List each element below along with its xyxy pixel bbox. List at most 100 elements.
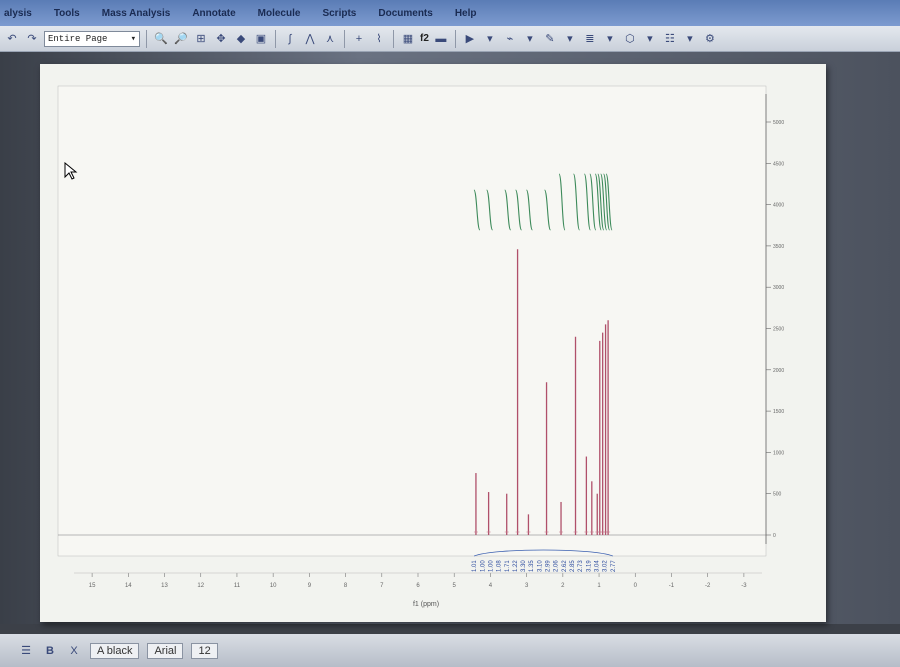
- multiplet-icon[interactable]: ⋏: [322, 31, 338, 47]
- chevron-down-icon[interactable]: ▾: [642, 31, 658, 47]
- menu-analysis[interactable]: alysis: [4, 8, 32, 19]
- toolbar-separator: [344, 29, 345, 48]
- arrow-icon[interactable]: ▶: [462, 31, 478, 47]
- settings-icon[interactable]: ⚙: [702, 31, 718, 47]
- integral-value: 1.08: [497, 560, 503, 572]
- integral-value: 3.10: [537, 560, 543, 572]
- x-tick-label: 2: [561, 583, 565, 589]
- integral-value: 2.73: [578, 560, 584, 572]
- menu-bar: alysis Tools Mass Analysis Annotate Mole…: [0, 0, 900, 26]
- integral-value: 2.06: [554, 560, 560, 572]
- list-icon[interactable]: ☰: [18, 643, 34, 659]
- x-tick-label: 5: [453, 583, 457, 589]
- integral-value: 1.00: [480, 560, 486, 572]
- y-tick-label: 3000: [773, 285, 784, 291]
- redo-icon[interactable]: ↷: [24, 31, 40, 47]
- toolbar-separator: [275, 29, 276, 48]
- integral-value: 2.62: [562, 560, 568, 572]
- menu-scripts[interactable]: Scripts: [322, 8, 356, 19]
- toolbar-separator: [454, 29, 456, 48]
- y-tick-label: 0: [773, 533, 776, 539]
- menu-molecule[interactable]: Molecule: [258, 8, 301, 19]
- zoom-value: Entire Page: [48, 33, 108, 44]
- integral-value: 1.71: [505, 560, 511, 572]
- zoom-select[interactable]: Entire Page ▾: [44, 30, 140, 47]
- menu-mass-analysis[interactable]: Mass Analysis: [102, 8, 171, 19]
- integral-value: 3.04: [594, 560, 600, 572]
- x-tick-label: 12: [197, 583, 204, 589]
- chevron-down-icon[interactable]: ▾: [522, 31, 538, 47]
- y-tick-label: 500: [773, 492, 782, 498]
- chevron-down-icon[interactable]: ▾: [562, 31, 578, 47]
- x-tick-label: -1: [669, 583, 675, 589]
- zoom-in-icon[interactable]: 🔍: [153, 31, 169, 47]
- menu-help[interactable]: Help: [455, 8, 477, 19]
- toolbar-separator: [146, 29, 147, 48]
- integral-value: 1.00: [488, 560, 494, 572]
- zoom-out-icon[interactable]: 🔎: [173, 31, 189, 47]
- y-tick-label: 1000: [773, 450, 784, 456]
- x-tick-label: 6: [416, 583, 420, 589]
- x-tick-label: 10: [270, 583, 277, 589]
- integral-value: 1.01: [472, 560, 478, 572]
- x-tick-label: 8: [344, 583, 348, 589]
- baseline-icon[interactable]: ⌁: [502, 31, 518, 47]
- print-icon[interactable]: ▣: [253, 31, 269, 47]
- y-tick-label: 1500: [773, 409, 784, 415]
- y-tick-label: 5000: [773, 120, 784, 126]
- x-tick-label: 0: [634, 583, 638, 589]
- fit-icon[interactable]: ⊞: [193, 31, 209, 47]
- x-tick-label: 1: [597, 583, 601, 589]
- spectrum-page[interactable]: 15 14 13 12 11 10 9 8 7 6 5 4 3 2 1 0 -1 -2 -3 5000 4500 400…: [40, 64, 826, 622]
- integrate-icon[interactable]: ∫: [282, 31, 298, 47]
- menu-tools[interactable]: Tools: [54, 8, 80, 19]
- chevron-down-icon[interactable]: ▾: [482, 31, 498, 47]
- color-select[interactable]: A black: [90, 642, 140, 659]
- nmr-spectrum: 15 14 13 12 11 10 9 8 7 6 5 4 3 2 1 0 -1 -2 -3 50004500400…: [57, 85, 784, 608]
- format-toolbar: ☰ B X A black Arial 12: [0, 634, 900, 667]
- bold-icon[interactable]: B: [42, 643, 58, 659]
- integral-value: 3.19: [586, 560, 592, 572]
- x-tick-label: 14: [125, 583, 132, 589]
- menu-annotate[interactable]: Annotate: [192, 8, 235, 19]
- menu-documents[interactable]: Documents: [378, 8, 432, 19]
- font-select[interactable]: Arial: [147, 642, 184, 659]
- integral-value: 3.02: [603, 560, 609, 572]
- structure-icon[interactable]: ⬡: [622, 31, 638, 47]
- toolbar-separator: [393, 29, 394, 48]
- integral-value: 1.35: [529, 560, 535, 572]
- x-tick-label: 3: [525, 583, 529, 589]
- x-tick-label: 11: [234, 583, 241, 589]
- italic-icon[interactable]: X: [66, 643, 82, 659]
- y-tick-label: 2000: [773, 368, 784, 374]
- table-icon[interactable]: ☷: [662, 31, 678, 47]
- x-tick-label: 13: [161, 583, 168, 589]
- x-tick-label: 4: [489, 583, 493, 589]
- peak-pick-icon[interactable]: ⋀: [302, 31, 318, 47]
- grid-icon[interactable]: ▦: [400, 31, 416, 47]
- chevron-down-icon: ▾: [130, 33, 136, 44]
- size-select[interactable]: 12: [191, 642, 218, 659]
- undo-icon[interactable]: ↶: [4, 31, 20, 47]
- integral-value: 2.85: [570, 560, 576, 572]
- y-tick-label: 4000: [773, 203, 784, 209]
- integral-value: 3.30: [521, 560, 527, 572]
- crosshair-icon[interactable]: +: [351, 31, 367, 47]
- main-toolbar: ↶ ↷ Entire Page ▾ 🔍 🔎 ⊞ ✥ ◆ ▣ ∫ ⋀ ⋏ + ⌇ …: [0, 26, 900, 52]
- y-tick-label: 2500: [773, 327, 784, 333]
- phase-icon[interactable]: ⌇: [371, 31, 387, 47]
- pick-icon[interactable]: ◆: [233, 31, 249, 47]
- integral-value: 2.77: [611, 560, 617, 572]
- mouse-cursor-icon: [64, 162, 78, 180]
- plot-frame: [57, 85, 767, 557]
- y-tick-label: 3500: [773, 244, 784, 250]
- x-tick-label: -2: [705, 583, 711, 589]
- y-tick-label: 4500: [773, 161, 784, 167]
- color-icon[interactable]: ▬: [433, 31, 449, 47]
- pan-icon[interactable]: ✥: [213, 31, 229, 47]
- x-tick-label: 9: [308, 583, 312, 589]
- annotate-icon[interactable]: ✎: [542, 31, 558, 47]
- chevron-down-icon[interactable]: ▾: [602, 31, 618, 47]
- chevron-down-icon[interactable]: ▾: [682, 31, 698, 47]
- report-icon[interactable]: ≣: [582, 31, 598, 47]
